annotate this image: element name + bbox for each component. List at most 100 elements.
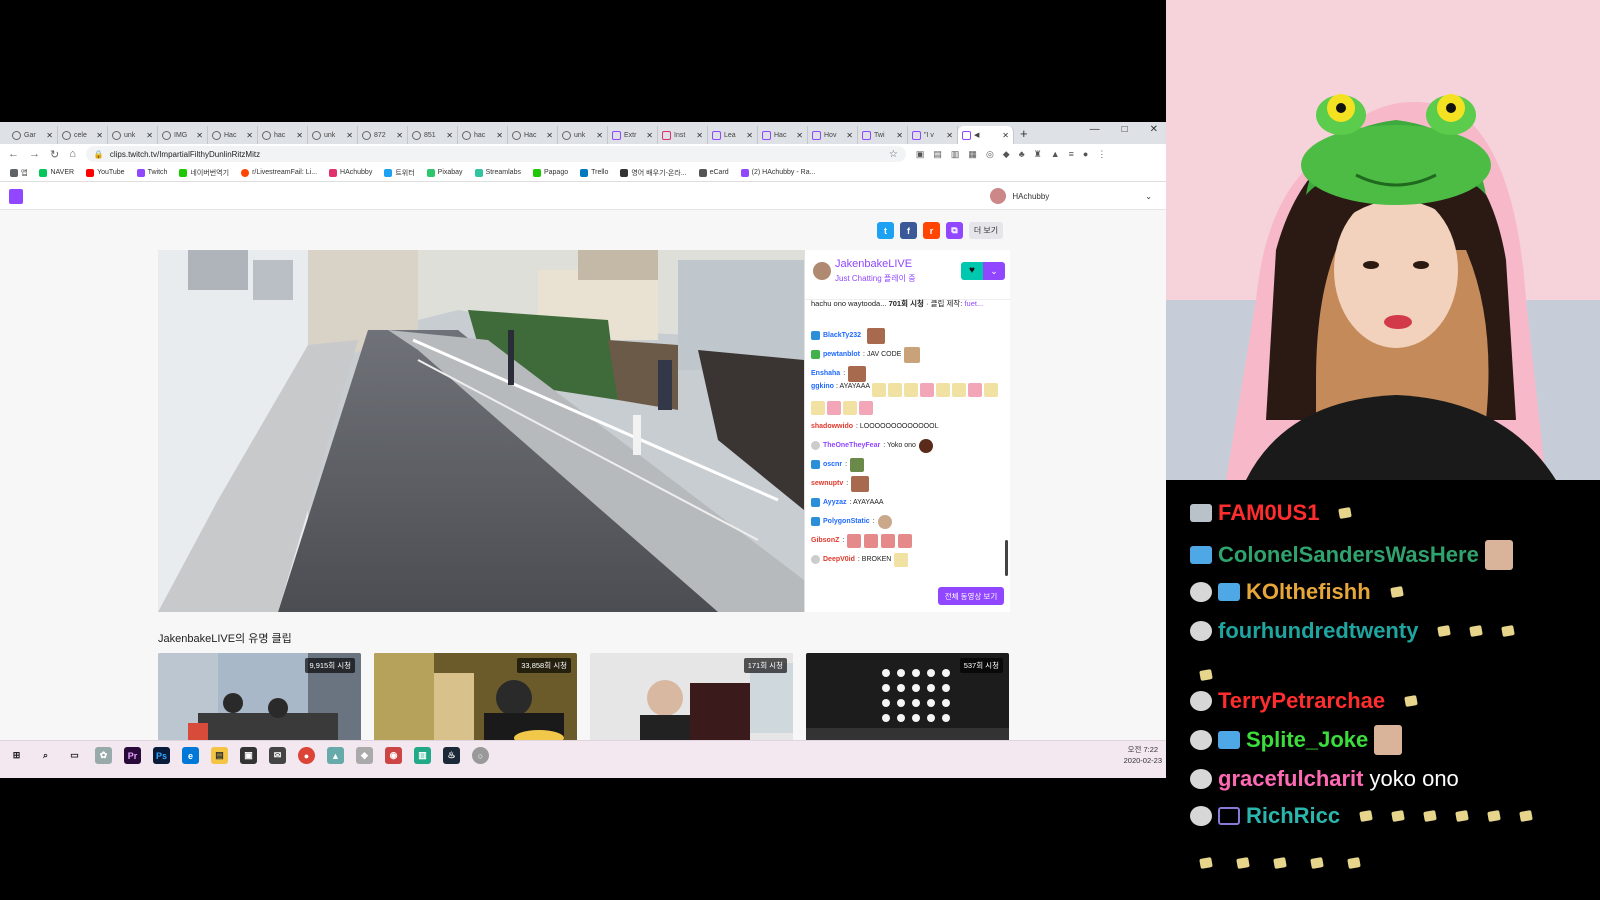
extension-icon[interactable]: ▥ — [951, 149, 960, 160]
browser-tab[interactable]: 872 ✕ — [358, 126, 408, 144]
close-tab-icon[interactable]: ✕ — [1002, 131, 1009, 140]
premiere-icon[interactable]: Pr — [124, 747, 141, 764]
browser-tab[interactable]: Hov ✕ — [808, 126, 858, 144]
bookmark-item[interactable]: Streamlabs — [474, 168, 521, 177]
back-icon[interactable]: ← — [8, 148, 19, 160]
extension-icon[interactable]: ▣ — [916, 149, 925, 160]
follow-button[interactable]: ♥ ⌄ — [961, 262, 1005, 280]
close-tab-icon[interactable]: ✕ — [896, 131, 903, 140]
bookmark-item[interactable]: eCard — [698, 168, 729, 177]
chat-username[interactable]: Enshaha — [811, 370, 840, 377]
app-icon[interactable]: ▲ — [327, 747, 344, 764]
chrome-icon[interactable]: ● — [298, 747, 315, 764]
chat-username[interactable]: TheOneTheyFear — [823, 442, 880, 449]
heart-icon[interactable]: ♥ — [961, 262, 983, 280]
close-tab-icon[interactable]: ✕ — [296, 131, 303, 140]
close-tab-icon[interactable]: ✕ — [446, 131, 453, 140]
browser-tab[interactable]: cele ✕ — [58, 126, 108, 144]
chat-username[interactable]: ggkino — [811, 383, 834, 390]
user-menu[interactable]: HAchubby ⌄ — [990, 188, 1152, 204]
forward-icon[interactable]: → — [29, 148, 40, 160]
mail-icon[interactable]: ✉ — [269, 747, 286, 764]
close-tab-icon[interactable]: ✕ — [96, 131, 103, 140]
chat-username[interactable]: pewtanblot — [823, 351, 860, 358]
twitch-logo-icon[interactable] — [9, 189, 23, 204]
facebook-share-icon[interactable]: f — [900, 222, 917, 239]
close-tab-icon[interactable]: ✕ — [196, 131, 203, 140]
browser-tab[interactable]: unk ✕ — [308, 126, 358, 144]
chat-scrollbar[interactable] — [1005, 540, 1008, 576]
browser-tab[interactable]: Lea ✕ — [708, 126, 758, 144]
browser-tab[interactable]: Gar ✕ — [8, 126, 58, 144]
copy-share-icon[interactable]: ⧉ — [946, 222, 963, 239]
browser-tab-active[interactable]: ◀ ✕ — [958, 126, 1014, 144]
close-tab-icon[interactable]: ✕ — [496, 131, 503, 140]
bookmark-item[interactable]: Twitch — [136, 168, 167, 177]
close-tab-icon[interactable]: ✕ — [946, 131, 953, 140]
system-clock[interactable]: 오전 7:22 2020-02-23 — [1124, 744, 1162, 766]
close-tab-icon[interactable]: ✕ — [346, 131, 353, 140]
extension-icon[interactable]: ◆ — [1003, 149, 1010, 160]
reload-icon[interactable]: ↻ — [50, 148, 59, 161]
chat-username[interactable]: PolygonStatic — [823, 518, 870, 525]
chat-username[interactable]: shadowwido — [811, 423, 853, 430]
chat-username[interactable]: BlackTy232 — [823, 332, 861, 339]
clip-thumbnail[interactable]: 33,858회 시청 — [374, 653, 577, 746]
bookmark-item[interactable]: YouTube — [86, 168, 125, 177]
channel-name[interactable]: JakenbakeLIVE — [835, 258, 912, 270]
task-view-icon[interactable]: ▭ — [66, 747, 83, 764]
browser-tab[interactable]: 851 ✕ — [408, 126, 458, 144]
app-icon[interactable]: ✿ — [95, 747, 112, 764]
close-tab-icon[interactable]: ✕ — [246, 131, 253, 140]
bookmark-item[interactable]: 트위터 — [384, 168, 415, 178]
close-tab-icon[interactable]: ✕ — [596, 131, 603, 140]
minimize-button[interactable]: — — [1090, 124, 1100, 135]
watch-full-video-button[interactable]: 전체 동영상 보기 — [938, 587, 1004, 605]
reddit-share-icon[interactable]: r — [923, 222, 940, 239]
browser-tab[interactable]: hac ✕ — [258, 126, 308, 144]
channel-avatar[interactable] — [813, 262, 831, 280]
browser-tab[interactable]: unk ✕ — [558, 126, 608, 144]
edge-icon[interactable]: e — [182, 747, 199, 764]
app-icon[interactable]: ▥ — [414, 747, 431, 764]
address-bar[interactable]: 🔒 clips.twitch.tv/ImpartialFilthyDunlinR… — [85, 146, 906, 162]
app-icon[interactable]: ◉ — [385, 747, 402, 764]
bookmark-item[interactable]: Trello — [580, 168, 608, 177]
clip-thumbnail[interactable]: 9,915회 시청 — [158, 653, 361, 746]
browser-tab[interactable]: Hac ✕ — [208, 126, 258, 144]
new-tab-button[interactable]: + — [1020, 126, 1028, 141]
bookmark-item[interactable]: 영어 배우기-온라... — [620, 168, 687, 178]
browser-tab[interactable]: "I v ✕ — [908, 126, 958, 144]
close-tab-icon[interactable]: ✕ — [146, 131, 153, 140]
browser-tab[interactable]: Extr ✕ — [608, 126, 658, 144]
browser-tab[interactable]: Hac ✕ — [758, 126, 808, 144]
bookmark-item[interactable]: r/LivestreamFail: Li... — [241, 168, 317, 177]
app-icon[interactable]: ○ — [472, 747, 489, 764]
clip-thumbnail[interactable]: 171회 시청 — [590, 653, 793, 746]
bookmark-star-icon[interactable]: ☆ — [889, 149, 898, 160]
extension-icon[interactable]: ◎ — [986, 149, 994, 160]
clip-creator[interactable]: fuet... — [964, 299, 983, 308]
windows-start-icon[interactable]: ⊞ — [8, 747, 25, 764]
chat-username[interactable]: DeepV0id — [823, 556, 855, 563]
more-button[interactable]: 더 보기 — [969, 222, 1003, 239]
browser-tab[interactable]: Inst ✕ — [658, 126, 708, 144]
close-tab-icon[interactable]: ✕ — [396, 131, 403, 140]
bookmark-item[interactable]: HAchubby — [329, 168, 372, 177]
home-icon[interactable]: ⌂ — [69, 148, 76, 160]
file-explorer-icon[interactable]: ▤ — [211, 747, 228, 764]
close-window-button[interactable]: ✕ — [1150, 124, 1158, 135]
extension-icon[interactable]: ♣ — [1019, 149, 1025, 160]
close-tab-icon[interactable]: ✕ — [746, 131, 753, 140]
bookmark-item[interactable]: 네이버번역기 — [179, 168, 229, 178]
close-tab-icon[interactable]: ✕ — [846, 131, 853, 140]
clip-video-player[interactable] — [158, 250, 804, 612]
chat-username[interactable]: GibsonZ — [811, 537, 839, 544]
close-tab-icon[interactable]: ✕ — [696, 131, 703, 140]
game-label[interactable]: Just Chatting 플레이 중 — [835, 273, 916, 284]
close-tab-icon[interactable]: ✕ — [796, 131, 803, 140]
extension-icon[interactable]: ▦ — [968, 149, 977, 160]
store-icon[interactable]: ▣ — [240, 747, 257, 764]
close-tab-icon[interactable]: ✕ — [646, 131, 653, 140]
steam-icon[interactable]: ♨ — [443, 747, 460, 764]
